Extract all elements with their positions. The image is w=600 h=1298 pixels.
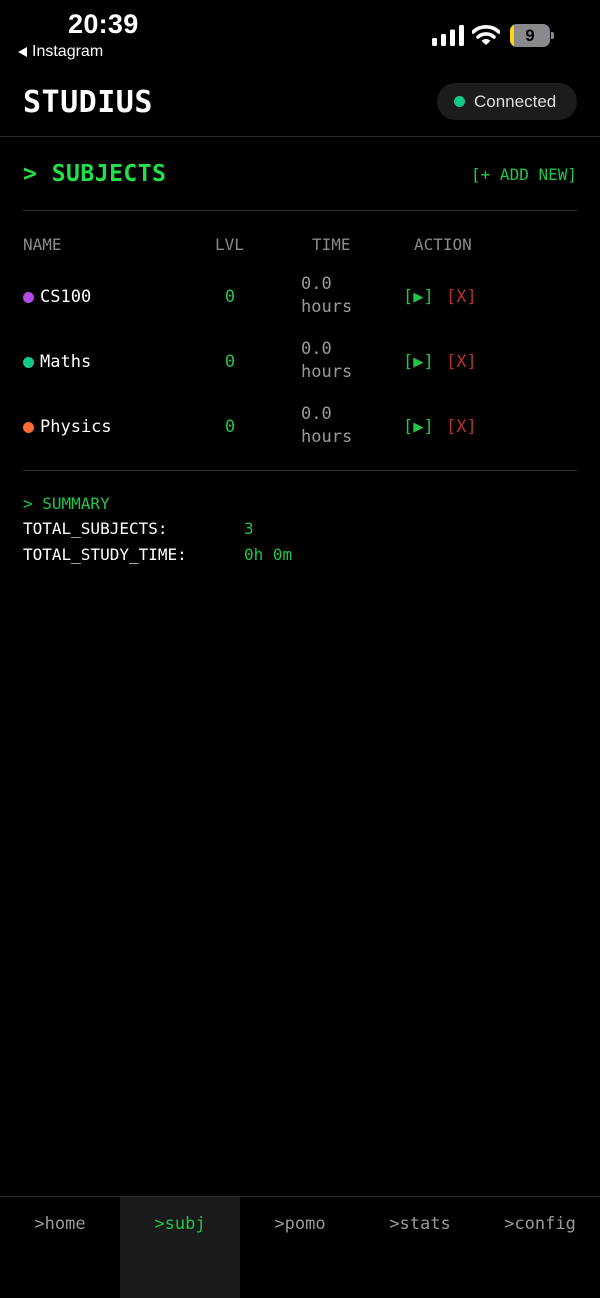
subject-row-physics: Physics 0 0.0 hours [▶] [X] [0, 397, 600, 457]
subject-time-value: 0.0 [301, 339, 332, 359]
subject-level: 0 [224, 352, 236, 372]
subject-name-cell: Physics [23, 397, 112, 457]
subject-color-dot-icon [23, 291, 34, 303]
subject-color-dot-icon [23, 356, 34, 368]
subject-name-cell: CS100 [23, 267, 91, 327]
summary-label-total-subjects: TOTAL_SUBJECTS: [23, 519, 168, 538]
subject-time-value: 0.0 [301, 404, 332, 424]
back-to-app-link[interactable]: Instagram [18, 43, 103, 61]
subject-time-unit: hours [301, 427, 353, 447]
subject-color-dot-icon [23, 421, 34, 433]
column-header-action: ACTION [414, 235, 472, 254]
connection-status-badge: Connected [437, 83, 577, 120]
subject-time-value: 0.0 [301, 274, 332, 294]
start-session-button[interactable]: [▶] [403, 332, 434, 392]
subject-time: 0.0 hours [301, 273, 352, 319]
battery-cap [551, 32, 554, 39]
status-bar: 20:39 Instagram 9 [0, 0, 600, 70]
section-title: > SUBJECTS [23, 161, 167, 187]
subject-name: Physics [40, 417, 112, 437]
battery-level: 9 [525, 26, 535, 45]
subject-level: 0 [224, 287, 236, 307]
subject-level: 0 [224, 417, 236, 437]
wifi-icon [472, 25, 500, 45]
start-session-button[interactable]: [▶] [403, 267, 434, 327]
nav-tab-subj[interactable]: >subj [120, 1197, 240, 1298]
delete-subject-button[interactable]: [X] [446, 397, 477, 457]
cellular-signal-icon [432, 25, 464, 46]
battery-indicator: 9 [510, 24, 554, 47]
subject-row-cs100: CS100 0 0.0 hours [▶] [X] [0, 267, 600, 327]
add-new-subject-button[interactable]: [+ ADD NEW] [471, 165, 577, 184]
subject-time: 0.0 hours [301, 403, 352, 449]
delete-subject-button[interactable]: [X] [446, 267, 477, 327]
nav-tab-stats[interactable]: >stats [360, 1197, 480, 1298]
battery-icon: 9 [510, 24, 550, 47]
nav-tab-pomo[interactable]: >pomo [240, 1197, 360, 1298]
nav-tab-home[interactable]: >home [0, 1197, 120, 1298]
subject-name: CS100 [40, 287, 92, 307]
column-header-name: NAME [23, 235, 62, 254]
app-header: STUDIUS Connected [0, 70, 600, 137]
subject-name-cell: Maths [23, 332, 91, 392]
subject-time: 0.0 hours [301, 338, 352, 384]
subject-time-unit: hours [301, 362, 353, 382]
subject-time-unit: hours [301, 297, 353, 317]
table-divider [23, 470, 577, 471]
back-arrow-icon [18, 47, 27, 57]
delete-subject-button[interactable]: [X] [446, 332, 477, 392]
subject-name: Maths [40, 352, 92, 372]
column-header-level: LVL [215, 235, 244, 254]
status-time: 20:39 [68, 9, 139, 39]
section-divider [23, 210, 577, 211]
app-title: STUDIUS [23, 85, 153, 120]
nav-tab-config[interactable]: >config [480, 1197, 600, 1298]
summary-value-total-subjects: 3 [244, 519, 254, 538]
connection-status-label: Connected [474, 91, 557, 111]
connection-dot-icon [454, 96, 465, 107]
summary-title: > SUMMARY [23, 494, 110, 513]
start-session-button[interactable]: [▶] [403, 397, 434, 457]
back-app-label: Instagram [32, 43, 104, 60]
summary-value-total-study-time: 0h 0m [244, 545, 293, 564]
summary-label-total-study-time: TOTAL_STUDY_TIME: [23, 545, 187, 564]
column-header-time: TIME [312, 235, 351, 254]
bottom-nav: >home >subj >pomo >stats >config [0, 1196, 600, 1298]
subject-row-maths: Maths 0 0.0 hours [▶] [X] [0, 332, 600, 392]
